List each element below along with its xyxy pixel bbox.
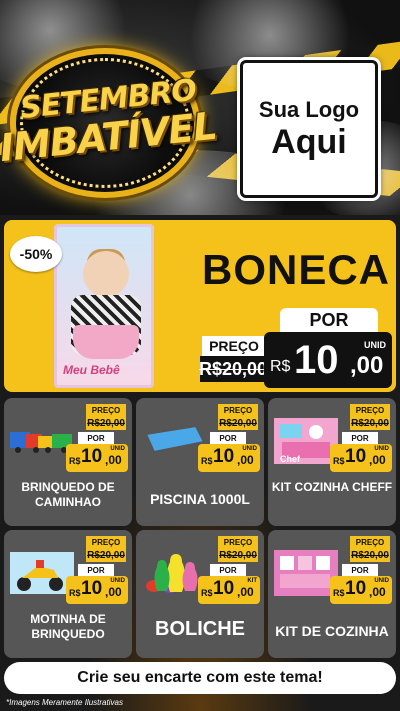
price-unit: UNID [110, 578, 125, 584]
header-banner: SETEMBRO IMBATÍVEL Sua Logo Aqui [0, 0, 400, 215]
price-decimal: ,00 [369, 453, 386, 467]
preco-label: PREÇO [86, 536, 126, 548]
por-label: POR [342, 564, 378, 576]
logo-placeholder[interactable]: Sua Logo Aqui [240, 60, 378, 198]
old-price: R$20,00 [218, 416, 258, 430]
hero-old-price: R$20,00 [199, 356, 267, 382]
product-name: BRINQUEDO DE CAMINHAO [21, 480, 115, 509]
por-label: POR [342, 432, 378, 444]
old-price: R$20,00 [218, 548, 258, 562]
por-label: POR [210, 564, 246, 576]
product-name: MOTINHA DE BRINQUEDO [30, 612, 106, 641]
product-card[interactable]: PREÇO R$20,00 POR R$ 10,00 UNID KIT DE COZINHA [268, 530, 396, 658]
product-name: KIT COZINHA CHEFF [271, 480, 393, 494]
price-decimal: ,00 [350, 352, 384, 379]
price-unit: KIT [247, 578, 257, 584]
price-decimal: ,00 [369, 585, 386, 599]
create-flyer-button[interactable]: Crie seu encarte com este tema! [4, 662, 396, 694]
por-label: POR [210, 432, 246, 444]
product-price: R$ 10,00 UNID [198, 444, 260, 472]
hero-product-name: BONECA [201, 246, 390, 293]
logo-text-line1: Sua Logo [258, 96, 360, 122]
price-unit: UNID [364, 340, 386, 350]
por-label: POR [78, 432, 114, 444]
product-card[interactable]: PREÇO R$20,00 POR R$ 10,00 UNID PISCINA 1000L [136, 398, 264, 526]
price-currency: R$ [333, 456, 345, 466]
price-currency: R$ [201, 456, 213, 466]
price-integer: 10 [81, 446, 103, 467]
price-unit: UNID [374, 446, 389, 452]
price-unit: UNID [110, 446, 125, 452]
product-name: PISCINA 1000L [150, 491, 250, 507]
preco-label: PREÇO [218, 536, 258, 548]
preco-label: PREÇO [86, 404, 126, 416]
product-price: R$ 10,00 UNID [66, 576, 128, 604]
price-integer: 10 [213, 446, 235, 467]
preco-label: PREÇO [218, 404, 258, 416]
price-integer: 10 [345, 578, 367, 599]
price-decimal: ,00 [105, 585, 122, 599]
price-currency: R$ [270, 358, 291, 375]
price-decimal: ,00 [237, 585, 254, 599]
old-price: R$20,00 [86, 548, 126, 562]
price-currency: R$ [333, 588, 345, 598]
price-currency: R$ [69, 456, 81, 466]
product-price: R$ 10,00 UNID [66, 444, 128, 472]
product-price: R$ 10,00 KIT [198, 576, 260, 604]
hero-por-label: POR [280, 308, 378, 332]
product-card[interactable]: PREÇO R$20,00 POR R$ 10,00 UNID MOTINHA DE BRI… [4, 530, 132, 658]
price-decimal: ,00 [237, 453, 254, 467]
preco-label: PREÇO [350, 536, 390, 548]
hero-price: R$ 10 ,00 UNID [264, 332, 392, 388]
kitchen-box-text: Chef [280, 454, 301, 464]
discount-badge: -50% [10, 236, 62, 272]
product-price: R$ 10,00 UNID [330, 444, 392, 472]
logo-text-line2: Aqui [271, 122, 347, 161]
price-unit: UNID [242, 446, 257, 452]
price-integer: 10 [81, 578, 103, 599]
price-integer: 10 [345, 446, 367, 467]
price-integer: 10 [294, 338, 339, 382]
doll-image: Meu Bebê [54, 224, 154, 388]
product-card[interactable]: PREÇO R$20,00 POR R$ 10,00 KIT BOLICHE [136, 530, 264, 658]
price-decimal: ,00 [105, 453, 122, 467]
old-price: R$20,00 [350, 548, 390, 562]
product-price: R$ 10,00 UNID [330, 576, 392, 604]
product-name: BOLICHE [155, 618, 245, 640]
old-price: R$20,00 [350, 416, 390, 430]
product-card[interactable]: Chef PREÇO R$20,00 POR R$ 10,00 UNID KIT COZINH… [268, 398, 396, 526]
price-currency: R$ [201, 588, 213, 598]
por-label: POR [78, 564, 114, 576]
price-integer: 10 [213, 578, 235, 599]
doll-box-caption: Meu Bebê [63, 363, 120, 377]
old-price: R$20,00 [86, 416, 126, 430]
product-card[interactable]: PREÇO R$20,00 POR R$ 10,00 UNID BRINQUEDO DE C… [4, 398, 132, 526]
preco-label: PREÇO [350, 404, 390, 416]
footnote: *Imagens Meramente Ilustrativas [6, 698, 123, 707]
price-currency: R$ [69, 588, 81, 598]
hero-preco-label: PREÇO [202, 336, 266, 356]
product-name: KIT DE COZINHA [275, 623, 389, 639]
price-unit: UNID [374, 578, 389, 584]
